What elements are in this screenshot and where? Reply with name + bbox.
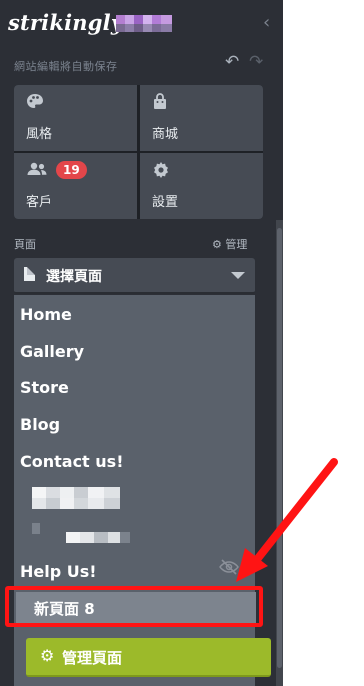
annotation-arrow <box>236 458 338 582</box>
